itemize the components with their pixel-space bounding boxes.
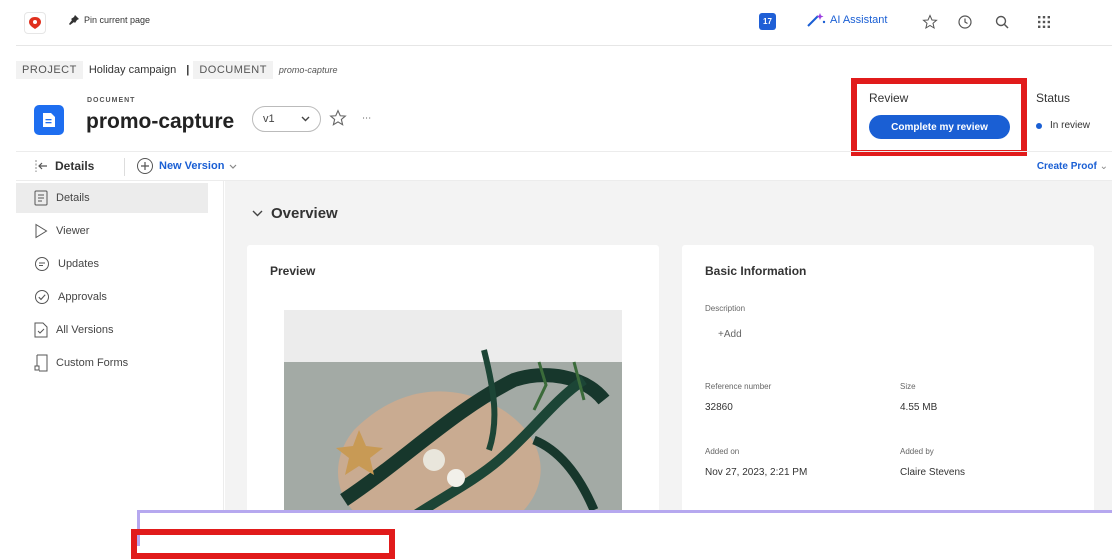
sidebar-item-label: Viewer [56,225,90,237]
sidebar-item-details[interactable]: Details [16,183,208,213]
document-icon [34,105,64,135]
ai-sparkle-icon [806,12,826,28]
app-logo-icon[interactable] [24,12,46,34]
chevron-down-icon [229,164,237,169]
sidebar-item-custom-forms[interactable]: Custom Forms [16,348,208,378]
chevron-down-icon [301,116,310,122]
chevron-down-icon: ⌄ [1099,161,1108,172]
status-text: In review [1050,120,1091,131]
details-panel-toggle[interactable]: Details [35,159,94,173]
overview-title: Overview [271,205,338,222]
breadcrumb-document-name: promo-capture [278,65,338,75]
breadcrumb: PROJECT Holiday campaign | DOCUMENT prom… [16,60,337,80]
favorite-star-icon[interactable] [329,109,347,127]
pin-label: Pin current page [84,15,151,25]
added-by-value: Claire Stevens [900,467,966,478]
overview-section-toggle[interactable]: Overview [252,205,338,222]
sub-toolbar: Details New Version Create Proof ⌄ [16,151,1112,181]
versions-icon [34,322,48,338]
status-label: Status [1036,91,1071,105]
apps-grid-icon[interactable] [1034,12,1054,32]
breadcrumb-separator: | [186,64,190,76]
breadcrumb-project-key: PROJECT [16,61,83,79]
added-on-value: Nov 27, 2023, 2:21 PM [705,467,808,478]
sidebar-item-label: Custom Forms [56,357,129,369]
basic-information-title: Basic Information [705,264,807,278]
reference-number-label: Reference number [705,382,772,391]
add-description-button[interactable]: +Add [718,329,742,340]
description-label: Description [705,304,746,313]
document-type-label: DOCUMENT [87,97,136,104]
size-value: 4.55 MB [900,402,938,413]
status-dot [1036,122,1042,129]
create-proof-button[interactable]: Create Proof ⌄ [1037,161,1108,172]
preview-title: Preview [270,264,316,278]
status-value: In review [1036,120,1090,131]
added-by-label: Added by [900,447,934,456]
sidebar-item-label: Updates [58,258,99,270]
sidebar-item-label: Details [56,192,90,204]
history-icon[interactable] [955,12,975,32]
sidebar-item-label: All Versions [56,324,114,336]
details-icon [34,190,48,206]
review-highlight-box [851,78,1027,156]
added-on-label: Added on [705,447,740,456]
version-value: v1 [263,113,275,125]
sidebar-item-all-versions[interactable]: All Versions [16,315,208,345]
details-toggle-label: Details [55,159,95,173]
more-options-icon[interactable]: ∙∙∙ [362,112,371,124]
sidebar-item-approvals[interactable]: Approvals [16,282,208,312]
chevron-down-icon [252,210,263,217]
forms-icon [34,354,48,372]
overlay-highlight-box [131,529,395,559]
create-proof-label: Create Proof [1036,161,1097,172]
pin-icon [68,14,80,26]
new-version-button[interactable]: New Version [136,157,237,175]
viewer-icon [34,223,48,239]
sidebar-item-label: Approvals [58,291,107,303]
sidebar-item-updates[interactable]: Updates [16,249,208,279]
reference-number-value: 32860 [705,402,733,413]
updates-icon [34,256,50,272]
divider [124,158,125,176]
size-label: Size [900,382,916,391]
approvals-icon [34,289,50,305]
top-bar: Pin current page 17 AI Assistant [16,0,1112,46]
ai-assistant-button[interactable]: AI Assistant [806,12,887,28]
sidebar: Details Viewer Updates Approvals All Ver… [16,181,224,546]
basic-information-card [682,245,1094,546]
notifications-badge[interactable]: 17 [759,13,776,30]
version-select[interactable]: v1 [252,106,321,132]
pin-current-page-button[interactable]: Pin current page [68,14,150,26]
collapse-panel-icon [35,160,49,172]
new-version-label: New Version [159,160,225,172]
breadcrumb-document-key: DOCUMENT [193,61,273,79]
breadcrumb-project-link[interactable]: Holiday campaign [83,64,182,76]
star-icon[interactable] [920,12,940,32]
ai-assistant-label: AI Assistant [830,14,888,26]
page-title: promo-capture [86,110,235,133]
sidebar-item-viewer[interactable]: Viewer [16,216,208,246]
add-circle-icon [136,157,154,175]
search-icon[interactable] [992,12,1012,32]
